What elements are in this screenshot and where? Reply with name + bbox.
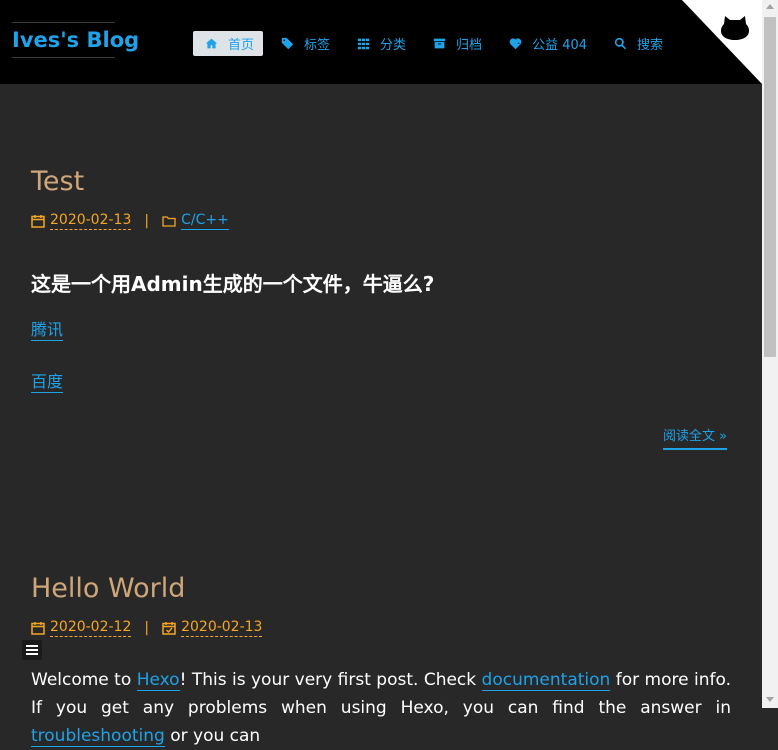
documentation-link[interactable]: documentation (481, 670, 611, 691)
post-heading: 这是一个用Admin生成的一个文件，牛逼么? (31, 272, 435, 296)
calendar-icon (31, 621, 45, 635)
archive-icon (433, 38, 446, 49)
github-octocat-icon (719, 16, 751, 40)
nav-item-404[interactable]: 公益 404 (497, 31, 596, 56)
read-more-link[interactable]: 阅读全文 » (663, 425, 728, 450)
search-icon (614, 37, 627, 50)
heartbeat-icon (509, 38, 522, 50)
site-header: Ives's Blog 首页 标签 分类 归档 公益 404 搜索 (0, 0, 762, 84)
hexo-link[interactable]: Hexo (136, 670, 180, 691)
post-meta: 2020-02-13 | C/C++ (31, 211, 229, 230)
scroll-up-arrow[interactable] (766, 4, 774, 9)
post-updated-date: 2020-02-13 (181, 619, 263, 637)
post-meta: 2020-02-12 | 2020-02-13 (31, 618, 263, 637)
home-icon (205, 38, 218, 49)
scroll-down-arrow[interactable] (766, 697, 774, 702)
nav-label-categories: 分类 (380, 38, 407, 53)
nav-item-archives[interactable]: 归档 (421, 31, 491, 56)
site-title[interactable]: Ives's Blog (12, 28, 139, 52)
post-link-tencent[interactable]: 腾讯 (31, 320, 64, 341)
troubleshooting-link[interactable]: troubleshooting (31, 726, 165, 747)
post-category-link[interactable]: C/C++ (181, 211, 229, 230)
nav-item-tags[interactable]: 标签 (269, 31, 339, 56)
folder-icon (162, 215, 176, 227)
nav-label-search: 搜索 (637, 38, 664, 53)
calendar-check-icon (162, 621, 176, 635)
grid-icon (357, 38, 370, 50)
meta-separator: | (144, 619, 150, 636)
post-date: 2020-02-12 (50, 619, 132, 637)
nav-label-404: 公益 404 (532, 38, 588, 53)
page-scrollbar[interactable] (762, 0, 778, 708)
excerpt-text: or you can (164, 726, 261, 746)
github-corner[interactable] (682, 0, 762, 84)
sidebar-toggle-button[interactable] (22, 640, 42, 660)
site-logo[interactable]: Ives's Blog (12, 22, 139, 58)
nav-item-search[interactable]: 搜索 (602, 31, 672, 56)
post-title[interactable]: Hello World (31, 573, 185, 604)
excerpt-text: Welcome to (31, 670, 137, 690)
nav-label-home: 首页 (228, 38, 255, 53)
post-link-baidu[interactable]: 百度 (31, 372, 64, 393)
post-title[interactable]: Test (31, 166, 84, 197)
nav-label-archives: 归档 (456, 38, 483, 53)
nav-label-tags: 标签 (304, 38, 331, 53)
nav-item-home[interactable]: 首页 (193, 31, 264, 56)
meta-separator: | (144, 212, 150, 229)
calendar-icon (31, 214, 45, 228)
nav-item-categories[interactable]: 分类 (345, 31, 415, 56)
excerpt-text: ! This is your very first post. Check (179, 670, 482, 690)
tag-icon (281, 37, 294, 50)
scroll-thumb[interactable] (764, 17, 776, 357)
post-excerpt: Welcome to Hexo! This is your very first… (31, 666, 731, 750)
main-nav: 首页 标签 分类 归档 公益 404 搜索 (193, 31, 678, 56)
post-date: 2020-02-13 (50, 212, 132, 230)
